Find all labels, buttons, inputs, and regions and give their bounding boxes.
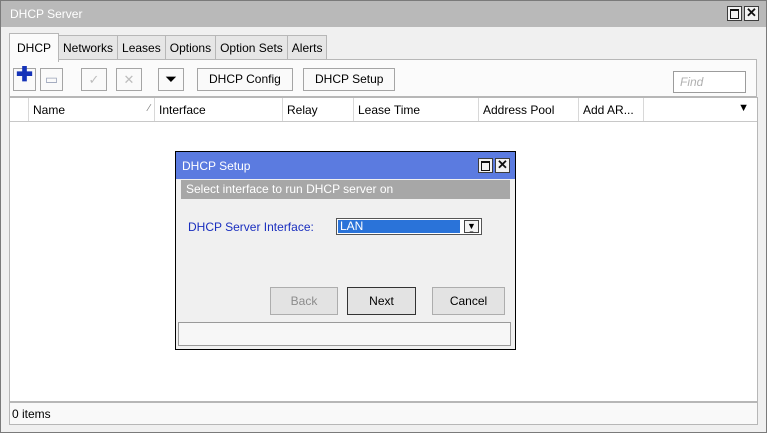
- column-header-interface[interactable]: Interface: [154, 98, 282, 121]
- minus-icon: ▭: [44, 71, 59, 87]
- find-input[interactable]: Find: [673, 71, 746, 93]
- disable-button[interactable]: ✕: [116, 68, 142, 91]
- interface-label: DHCP Server Interface:: [188, 220, 314, 234]
- check-icon: ✓: [88, 72, 100, 87]
- dhcp-setup-dialog: DHCP Setup ✕ Select interface to run DHC…: [175, 151, 516, 350]
- close-icon[interactable]: ✕: [744, 5, 759, 21]
- toolbar: ✚ ▭ ✓ ✕ ⏷ DHCP Config DHCP Setup Find: [9, 59, 757, 97]
- cancel-button[interactable]: Cancel: [432, 287, 505, 315]
- tab-option-sets[interactable]: Option Sets: [215, 35, 288, 60]
- dialog-status-bar: [178, 322, 511, 346]
- maximize-icon[interactable]: [478, 158, 493, 173]
- tab-options[interactable]: Options: [164, 35, 217, 60]
- dhcp-config-button[interactable]: DHCP Config: [197, 68, 293, 91]
- column-header-relay[interactable]: Relay: [282, 98, 353, 121]
- dialog-title: DHCP Setup: [182, 159, 251, 173]
- dialog-instruction: Select interface to run DHCP server on: [181, 180, 510, 199]
- window-titlebar[interactable]: DHCP Server ✕: [1, 1, 766, 27]
- sort-icon: ∕: [148, 103, 150, 114]
- tab-alerts[interactable]: Alerts: [286, 35, 328, 60]
- column-header-lease-time[interactable]: Lease Time: [353, 98, 478, 121]
- plus-icon: ✚: [16, 64, 33, 86]
- column-header-add-arp[interactable]: Add AR...: [578, 98, 643, 121]
- filter-button[interactable]: ⏷: [158, 68, 184, 91]
- column-label: Name: [33, 103, 66, 117]
- dropdown-arrow-icon[interactable]: ▼ ‾: [464, 220, 479, 241]
- tab-networks[interactable]: Networks: [58, 35, 119, 60]
- table-header: Name ∕ Interface Relay Lease Time Addres…: [10, 98, 757, 122]
- add-button[interactable]: ✚: [13, 64, 36, 91]
- cross-icon: ✕: [123, 72, 135, 87]
- close-icon[interactable]: ✕: [495, 157, 510, 173]
- filter-icon: ⏷: [164, 71, 177, 88]
- dhcp-setup-button[interactable]: DHCP Setup: [303, 68, 396, 91]
- column-header-name[interactable]: Name ∕: [28, 98, 154, 121]
- status-bar: 0 items: [9, 402, 758, 425]
- tab-bar: DHCP Networks Leases Options Option Sets…: [9, 33, 328, 62]
- column-chooser[interactable]: ▼: [643, 98, 757, 121]
- dropdown-arrow-icon: ▼: [738, 102, 749, 114]
- interface-select-value: LAN: [338, 220, 460, 233]
- tab-dhcp[interactable]: DHCP: [9, 33, 60, 62]
- next-button[interactable]: Next: [347, 287, 416, 315]
- remove-button[interactable]: ▭: [40, 68, 63, 91]
- interface-select[interactable]: LAN ▼ ‾: [336, 218, 482, 241]
- window-title: DHCP Server: [10, 7, 83, 21]
- back-button[interactable]: Back: [270, 287, 338, 315]
- dialog-titlebar[interactable]: DHCP Setup ✕: [176, 152, 515, 179]
- enable-button[interactable]: ✓: [81, 68, 107, 91]
- tab-leases[interactable]: Leases: [117, 35, 166, 60]
- column-header-address-pool[interactable]: Address Pool: [478, 98, 578, 121]
- maximize-icon[interactable]: [727, 6, 742, 21]
